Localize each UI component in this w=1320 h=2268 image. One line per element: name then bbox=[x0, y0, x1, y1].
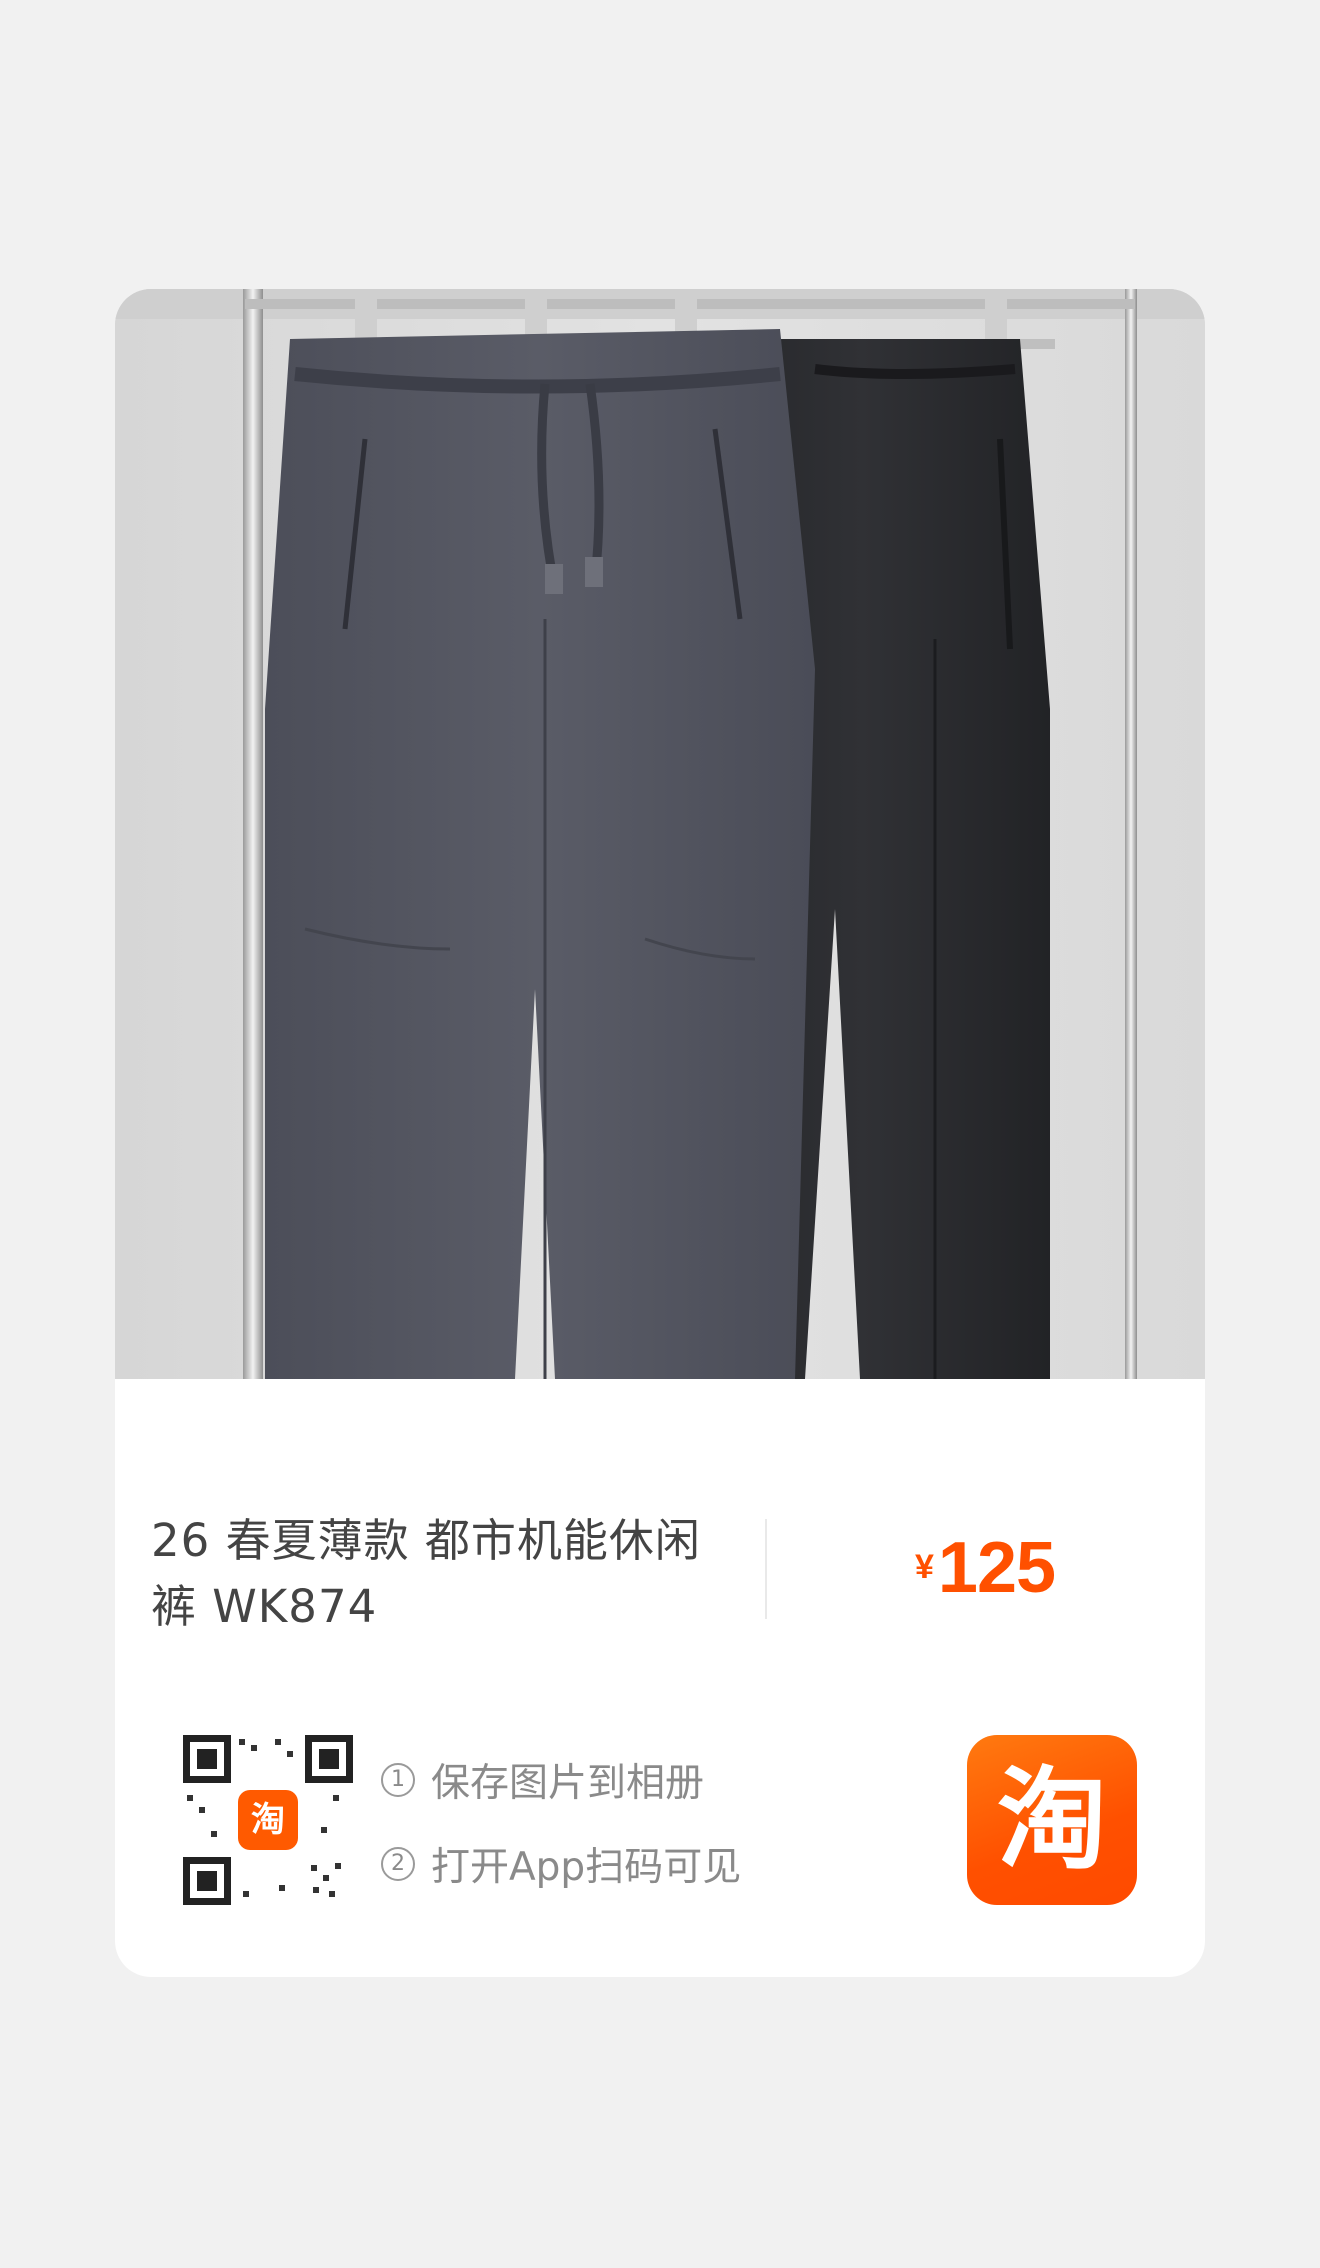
qr-code[interactable]: 淘 bbox=[183, 1735, 353, 1905]
price-currency: ¥ bbox=[915, 1548, 934, 1586]
step2-text: 打开App扫码可见 bbox=[431, 1845, 742, 1890]
product-title-line2: 裤 WK874 bbox=[151, 1580, 378, 1633]
product-photo[interactable] bbox=[115, 289, 1205, 1379]
pants-image bbox=[115, 289, 1205, 1379]
step-open-app: 2 打开App扫码可见 bbox=[381, 1833, 741, 1895]
share-card: 26 春夏薄款 都市机能休闲 裤 WK874 ¥125 淘 1 保存图片到相册 … bbox=[115, 289, 1205, 1977]
taobao-logo-icon[interactable]: 淘 bbox=[967, 1735, 1137, 1905]
step2-number-icon: 2 bbox=[381, 1847, 415, 1881]
step-save-image: 1 保存图片到相册 bbox=[381, 1749, 741, 1811]
divider bbox=[765, 1519, 767, 1619]
qr-center-badge: 淘 bbox=[238, 1790, 298, 1850]
product-price: ¥125 bbox=[915, 1527, 1056, 1609]
product-title: 26 春夏薄款 都市机能休闲 裤 WK874 bbox=[151, 1508, 741, 1640]
product-title-line1: 26 春夏薄款 都市机能休闲 bbox=[151, 1514, 701, 1567]
step1-text: 保存图片到相册 bbox=[431, 1761, 705, 1806]
price-value: 125 bbox=[937, 1528, 1056, 1608]
step1-number-icon: 1 bbox=[381, 1763, 415, 1797]
share-steps: 1 保存图片到相册 2 打开App扫码可见 bbox=[381, 1749, 741, 1917]
